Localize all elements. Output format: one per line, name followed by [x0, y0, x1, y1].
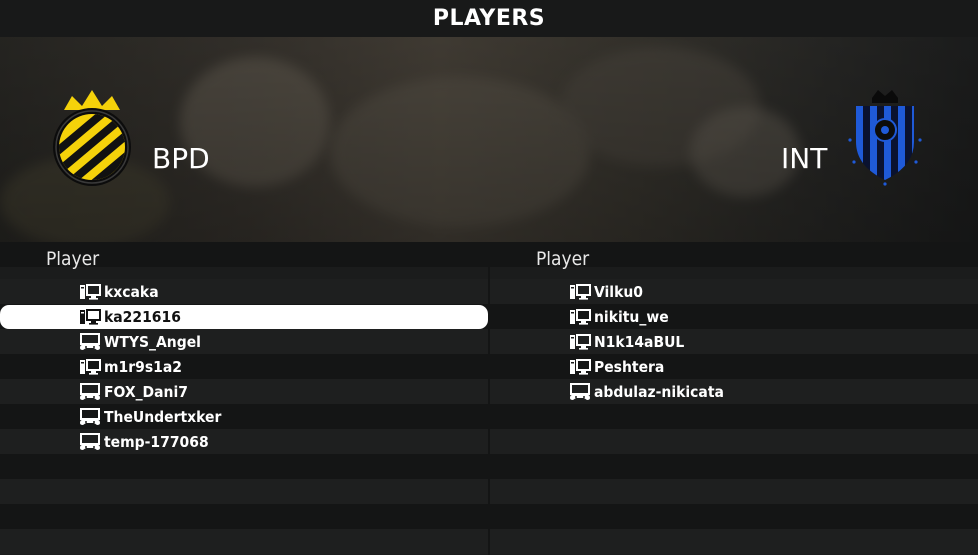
console-icon	[80, 383, 100, 400]
column-header-player: Player	[46, 248, 100, 270]
player-name: ka221616	[104, 308, 181, 326]
player-row[interactable]: FOX_Dani7	[79, 380, 488, 404]
match-banner	[0, 37, 978, 242]
player-name: Vilku0	[594, 283, 643, 301]
player-row[interactable]: TheUndertxker	[79, 405, 488, 429]
player-name: m1r9s1a2	[104, 358, 182, 376]
console-icon	[570, 383, 590, 400]
page-title: PLAYERS	[432, 6, 546, 31]
player-row[interactable]: Vilku0	[569, 280, 978, 304]
away-crest-icon	[848, 90, 922, 186]
pc-icon	[80, 309, 101, 325]
player-name: Peshtera	[594, 358, 665, 376]
player-row[interactable]: N1k14aBUL	[569, 330, 978, 354]
player-name: WTYS_Angel	[104, 333, 201, 351]
player-name: abdulaz-nikicata	[594, 383, 724, 401]
console-icon	[80, 408, 100, 425]
pc-icon	[570, 309, 591, 325]
player-name: N1k14aBUL	[594, 333, 685, 351]
player-row[interactable]: Peshtera	[569, 355, 978, 379]
player-row[interactable]: WTYS_Angel	[79, 330, 488, 354]
away-team-name: INT	[781, 142, 828, 175]
console-icon	[80, 333, 100, 350]
pc-icon	[570, 334, 591, 350]
pc-icon	[80, 284, 101, 300]
title-bar: PLAYERS	[0, 0, 978, 37]
player-name: temp-177068	[104, 433, 209, 451]
player-row[interactable]: kxcaka	[79, 280, 488, 304]
home-crest-icon	[53, 90, 131, 186]
pc-icon	[80, 359, 101, 375]
player-row[interactable]: nikitu_we	[569, 305, 978, 329]
player-row[interactable]: temp-177068	[79, 430, 488, 454]
player-name: kxcaka	[104, 283, 159, 301]
home-player-list: Player kxcaka ka221616 WTYS_Angel m1r9s1…	[0, 242, 488, 555]
player-row[interactable]: abdulaz-nikicata	[569, 380, 978, 404]
home-team-name: BPD	[152, 142, 210, 175]
column-header-player: Player	[536, 248, 590, 270]
player-name: nikitu_we	[594, 308, 669, 326]
console-icon	[80, 433, 100, 450]
away-player-list: Player Vilku0 nikitu_we N1k14aBUL Peshte…	[490, 242, 978, 555]
pc-icon	[570, 284, 591, 300]
player-row-selected[interactable]: ka221616	[0, 305, 488, 329]
player-row[interactable]: m1r9s1a2	[79, 355, 488, 379]
player-name: TheUndertxker	[104, 408, 222, 426]
pc-icon	[570, 359, 591, 375]
player-name: FOX_Dani7	[104, 383, 188, 401]
